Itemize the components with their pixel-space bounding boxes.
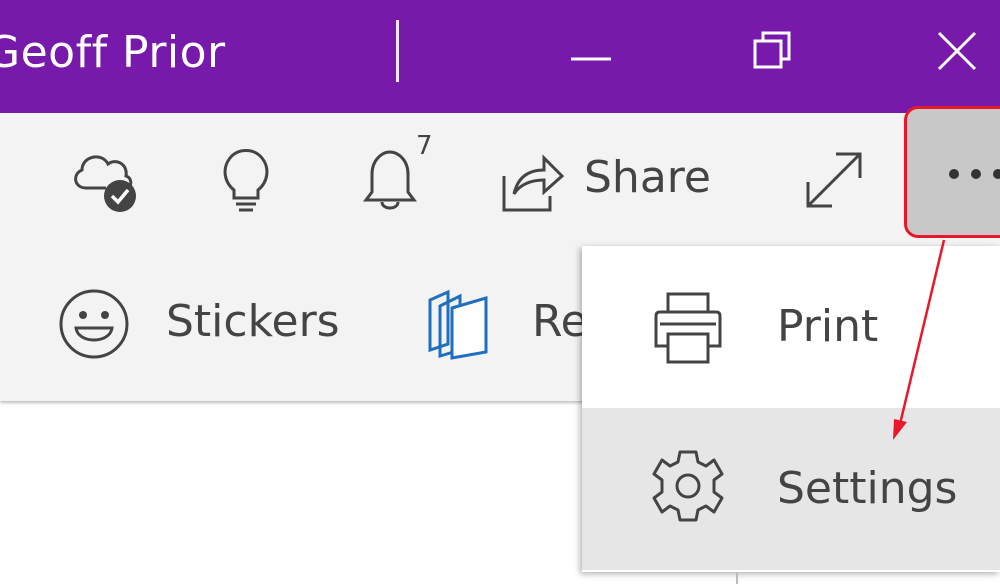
page-divider [736,572,738,584]
stickers-button[interactable]: Stickers [166,296,340,347]
lightbulb-icon[interactable] [218,146,274,214]
smiley-icon[interactable] [56,288,132,360]
expand-icon[interactable] [802,148,866,212]
bell-icon[interactable] [358,146,422,214]
title-bar: Geoff Prior [0,0,1000,113]
restore-icon [753,31,791,69]
title-separator [396,20,399,82]
printer-icon [654,292,722,364]
share-button[interactable]: Share [584,152,711,203]
pages-icon[interactable] [424,286,492,362]
close-button[interactable] [917,18,997,84]
menu-item-print[interactable]: Print [582,246,1000,408]
more-options-icon [949,169,1000,179]
notification-count-badge: 7 [416,131,433,161]
menu-item-label: Print [777,301,879,352]
minimize-icon [571,57,611,61]
cloud-sync-check-icon[interactable] [66,146,142,216]
more-options-menu: Print Settings [582,246,1000,572]
partial-toolbar-label[interactable]: Re [532,296,588,347]
more-options-button[interactable] [904,106,1000,238]
close-icon [937,31,977,71]
share-icon[interactable] [500,150,566,214]
account-name[interactable]: Geoff Prior [0,27,226,78]
gear-icon [652,450,724,522]
menu-item-settings[interactable]: Settings [582,408,1000,570]
restore-button[interactable] [733,18,813,84]
minimize-button[interactable] [551,18,631,84]
menu-item-label: Settings [777,463,958,514]
